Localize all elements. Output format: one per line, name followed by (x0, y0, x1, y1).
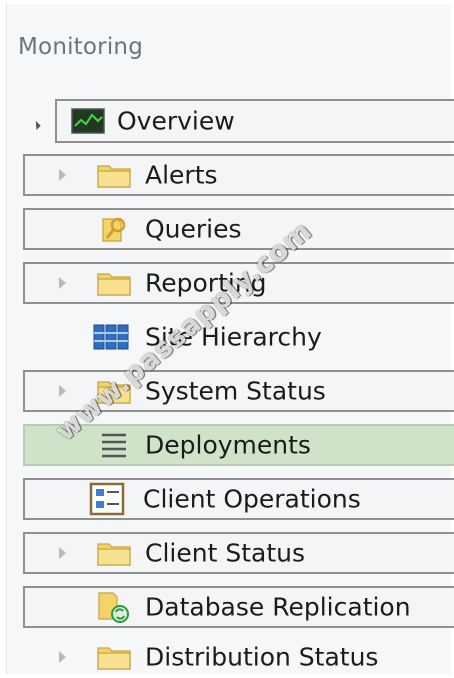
tree-item-label: Deployments (145, 430, 311, 460)
monitor-chart-icon (71, 108, 105, 134)
tree-item-client-status[interactable]: Client Status (23, 532, 454, 574)
expand-arrow-icon[interactable] (59, 169, 66, 181)
tree-item-label: Alerts (145, 160, 218, 190)
tree-item-label: System Status (145, 376, 326, 406)
tree-item-label: Overview (117, 106, 235, 136)
tree-item-label: Reporting (145, 268, 267, 298)
tree-item-distribution-status[interactable]: Distribution Status (23, 636, 454, 678)
database-replication-icon (98, 592, 129, 623)
tree-item-label: Client Operations (143, 484, 361, 514)
site-hierarchy-icon (93, 324, 129, 350)
tree-item-label: Distribution Status (145, 642, 379, 672)
queries-icon (102, 217, 126, 242)
folder-icon (97, 647, 131, 670)
tree-item-system-status[interactable]: System Status (23, 370, 454, 412)
tree-item-overview[interactable]: Overview (55, 99, 454, 143)
tree-item-alerts[interactable]: Alerts (23, 154, 454, 196)
tree-item-reporting[interactable]: Reporting (23, 262, 454, 304)
folder-icon (97, 165, 131, 188)
collapse-arrow-icon[interactable] (27, 116, 41, 131)
section-title: Monitoring (18, 34, 143, 60)
tree-item-label: Queries (145, 214, 242, 244)
tree-item-label: Client Status (145, 538, 305, 568)
expand-arrow-icon[interactable] (59, 385, 66, 397)
tree-item-site-hierarchy[interactable]: Site Hierarchy (23, 316, 454, 358)
tree-item-deployments[interactable]: Deployments (23, 424, 454, 466)
expand-arrow-icon[interactable] (59, 277, 66, 289)
folder-icon (97, 543, 131, 566)
client-operations-icon (89, 482, 125, 516)
expand-arrow-icon[interactable] (59, 651, 66, 663)
folder-icon (97, 273, 131, 296)
deployments-icon (102, 433, 126, 458)
expand-arrow-icon[interactable] (59, 547, 66, 559)
folder-icon (97, 381, 131, 404)
tree-item-label: Database Replication (145, 592, 411, 622)
tree-item-label: Site Hierarchy (145, 322, 322, 352)
tree-item-queries[interactable]: Queries (23, 208, 454, 250)
tree-item-database-replication[interactable]: Database Replication (23, 586, 454, 628)
monitoring-nav-pane: Monitoring Overview Alerts Queries Repor… (6, 4, 454, 674)
tree-item-client-operations[interactable]: Client Operations (23, 478, 454, 520)
